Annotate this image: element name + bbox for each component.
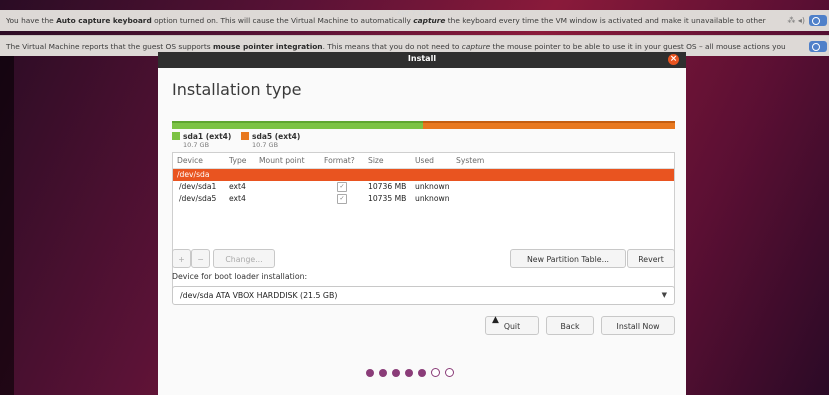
window-title: Install — [407, 54, 437, 63]
disk-name: /dev/sda — [177, 170, 210, 179]
row-device: /dev/sda1 — [179, 182, 217, 191]
notif-bold: mouse pointer integration — [212, 42, 323, 51]
col-mount-point: Mount point — [259, 156, 305, 165]
row-size: 10736 MB — [368, 182, 407, 191]
legend-label: sda5 (ext4) — [252, 132, 301, 141]
row-type: ext4 — [229, 182, 246, 191]
disk-usage-bar — [172, 121, 675, 129]
sda5-segment — [423, 121, 675, 129]
table-header: Device Type Mount point Format? Size Use… — [173, 153, 674, 169]
vbox-info-icon[interactable] — [809, 41, 827, 52]
legend-sda5: sda5 (ext4) 10.7 GB — [241, 132, 300, 149]
vbox-info-icon[interactable] — [809, 15, 827, 26]
mouse-cursor-icon: ▲ — [492, 315, 499, 325]
add-partition-button[interactable]: + — [172, 249, 191, 268]
progress-dots — [366, 368, 459, 379]
progress-dot-filled — [366, 369, 374, 377]
col-used: Used — [415, 156, 435, 165]
legend-sda1: sda1 (ext4) 10.7 GB — [172, 132, 231, 149]
row-size: 10735 MB — [368, 194, 407, 203]
row-device: /dev/sda5 — [179, 194, 217, 203]
notif-italic: capture — [461, 42, 491, 51]
table-row[interactable]: /dev/sda5 ext4 ✓ 10735 MB unknown — [173, 193, 674, 205]
table-row-disk[interactable]: /dev/sda — [173, 169, 674, 181]
orange-swatch-icon — [241, 132, 249, 140]
col-type: Type — [229, 156, 247, 165]
row-type: ext4 — [229, 194, 246, 203]
format-checkbox[interactable]: ✓ — [337, 182, 347, 192]
page-title: Installation type — [172, 80, 302, 99]
change-partition-button[interactable]: Change... — [213, 249, 275, 268]
progress-dot-empty — [431, 368, 440, 377]
notif-text: The Virtual Machine reports that the gue… — [6, 42, 213, 51]
legend-size: 10.7 GB — [183, 141, 210, 149]
close-icon[interactable]: × — [668, 54, 679, 65]
back-button[interactable]: Back — [546, 316, 594, 335]
chevron-down-icon: ▼ — [661, 291, 667, 299]
progress-dot-filled — [405, 369, 413, 377]
notif-text: You have the — [6, 16, 57, 25]
progress-dot-empty — [445, 368, 454, 377]
row-used: unknown — [415, 182, 450, 191]
col-size: Size — [368, 156, 384, 165]
legend-size: 10.7 GB — [252, 141, 279, 149]
window-titlebar: Install × — [158, 52, 686, 68]
new-partition-table-button[interactable]: New Partition Table... — [510, 249, 626, 268]
bootloader-value: /dev/sda ATA VBOX HARDDISK (21.5 GB) — [180, 291, 338, 300]
notif-bold: Auto capture keyboard — [56, 16, 152, 25]
clock: Apr 7 21:15 — [397, 10, 439, 17]
col-device: Device — [177, 156, 203, 165]
install-now-button[interactable]: Install Now — [601, 316, 675, 335]
col-system: System — [456, 156, 485, 165]
sda1-segment — [172, 121, 423, 129]
notif-text: the mouse pointer to be able to use it i… — [490, 42, 786, 51]
tray-icons: ⁂ ◂) — [787, 16, 805, 25]
remove-partition-button[interactable]: − — [191, 249, 210, 268]
progress-dot-filled — [392, 369, 400, 377]
revert-button[interactable]: Revert — [627, 249, 675, 268]
notif-text: . This means that you do not need to — [322, 42, 462, 51]
col-format: Format? — [324, 156, 355, 165]
bootloader-label: Device for boot loader installation: — [172, 272, 308, 281]
green-swatch-icon — [172, 132, 180, 140]
format-checkbox[interactable]: ✓ — [337, 194, 347, 204]
progress-dot-filled — [379, 369, 387, 377]
host-window-edge — [0, 55, 14, 395]
row-used: unknown — [415, 194, 450, 203]
legend-label: sda1 (ext4) — [183, 132, 232, 141]
progress-dot-filled — [418, 369, 426, 377]
notif-text: the keyboard every time the VM window is… — [445, 16, 766, 25]
bootloader-device-select[interactable]: /dev/sda ATA VBOX HARDDISK (21.5 GB) ▼ — [172, 286, 675, 305]
table-row[interactable]: /dev/sda1 ext4 ✓ 10736 MB unknown — [173, 181, 674, 193]
notif-text: option turned on. This will cause the Vi… — [151, 16, 414, 25]
auto-capture-notification[interactable]: You have the Auto capture keyboard optio… — [0, 10, 829, 31]
installer-window: Install × Installation type sda1 (ext4) … — [158, 52, 686, 395]
